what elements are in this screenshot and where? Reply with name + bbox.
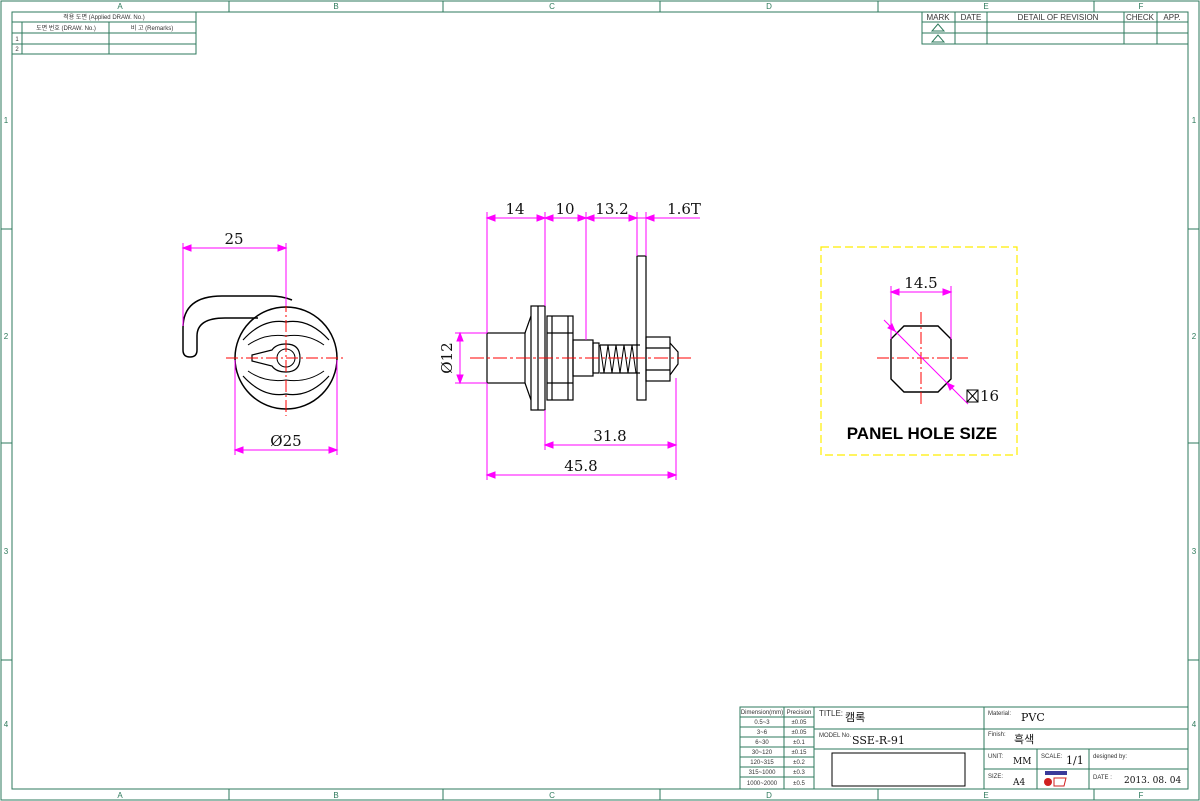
title-block: TITLE: 캠록 MODEL No. SSE-R-91 Material: P… [813, 706, 1189, 790]
date-value: 2013. 08. 04 [1124, 776, 1182, 786]
applied-table-header: 적용 도면 (Applied DRAW. No.) [63, 13, 145, 21]
row-label-3-right: 3 [1192, 547, 1197, 556]
col-label-a-bottom: A [117, 791, 123, 800]
unit-value: MM [1013, 757, 1031, 767]
col-label-e: E [983, 2, 988, 11]
unit-label: UNIT: [988, 754, 1003, 760]
front-view-dim-diameter: Ø25 [270, 432, 301, 450]
col-label-e-bottom: E [983, 791, 988, 800]
designed-label: designed by: [1093, 754, 1127, 760]
tolerance-row-4-value: ±0.15 [792, 750, 808, 756]
tolerance-row-6-range: 315~1000 [749, 770, 777, 776]
drawing-sheet: A B C D E F A B C D E F 1 2 3 4 1 2 3 4 … [0, 0, 1200, 801]
applied-drawing-table: 적용 도면 (Applied DRAW. No.) 도면 번호 (DRAW. N… [11, 11, 197, 55]
title-block-blank-box [831, 752, 966, 787]
scale-value: 1/1 [1066, 754, 1084, 767]
side-view: 14 10 13.2 1.6T Ø12 31.8 45.8 [438, 200, 701, 480]
side-view-end-nut [645, 336, 671, 382]
row-label-3: 3 [4, 547, 9, 556]
material-value: PVC [1021, 711, 1045, 724]
tolerance-row-7-value: ±0.5 [793, 781, 805, 787]
tolerance-row-5-range: 120~315 [750, 760, 774, 766]
tolerance-table: Dimension(mm) Precision 0.5~3 ±0.05 3~6 … [739, 706, 815, 790]
panel-hole-label: PANEL HOLE SIZE [847, 424, 998, 443]
date-label: DATE : [1093, 775, 1112, 781]
row-label-1: 1 [4, 116, 9, 125]
row-label-2-right: 2 [1192, 332, 1197, 341]
applied-table-row-1: 1 [15, 37, 19, 43]
revision-header-date: DATE [961, 13, 982, 22]
tolerance-row-7-range: 1000~2000 [747, 781, 778, 787]
finish-label: Finish: [988, 732, 1006, 738]
applied-table-col-drawno: 도면 번호 (DRAW. No.) [36, 24, 96, 32]
row-label-4-right: 4 [1192, 720, 1197, 729]
col-label-b-bottom: B [333, 791, 338, 800]
tolerance-row-1-range: 0.5~3 [754, 720, 770, 726]
revision-table: MARK DATE DETAIL OF REVISION CHECK APP. [921, 11, 1189, 45]
side-view-dim-14: 14 [505, 200, 524, 218]
row-label-4: 4 [4, 720, 9, 729]
side-view-panel-plate [636, 255, 647, 401]
row-label-1-right: 1 [1192, 116, 1197, 125]
tolerance-row-4-range: 30~120 [752, 750, 773, 756]
scale-label: SCALE: [1041, 754, 1063, 760]
col-label-d: D [766, 2, 772, 11]
col-label-b: B [333, 2, 338, 11]
side-view-dim-45-8: 45.8 [564, 457, 597, 475]
title-value: 캠록 [845, 711, 865, 724]
revision-header-mark: MARK [926, 13, 950, 22]
side-view-dim-10: 10 [555, 200, 574, 218]
tolerance-header-precision: Precision [787, 710, 812, 716]
revision-header-app: APP. [1163, 13, 1180, 22]
col-label-c-bottom: C [549, 791, 555, 800]
panel-hole-view: 14.5 16 PANEL HOLE SIZE [820, 246, 1018, 456]
front-view-handle [182, 295, 293, 358]
col-label-c: C [549, 2, 555, 11]
material-label: Material: [988, 711, 1011, 717]
model-label: MODEL No. [819, 733, 851, 739]
tolerance-row-5-value: ±0.2 [793, 760, 805, 766]
panel-hole-dim-square: 16 [980, 387, 999, 405]
sheet-frame [0, 0, 1200, 801]
tolerance-row-2-value: ±0.05 [792, 730, 808, 736]
tolerance-header-dimension: Dimension(mm) [741, 710, 783, 716]
side-view-dim-13-2: 13.2 [595, 200, 628, 218]
col-label-f: F [1139, 2, 1144, 11]
revision-header-detail: DETAIL OF REVISION [1018, 13, 1099, 22]
tolerance-row-3-value: ±0.1 [793, 740, 805, 746]
col-label-f-bottom: F [1139, 791, 1144, 800]
tolerance-row-1-value: ±0.05 [792, 720, 808, 726]
tolerance-row-6-value: ±0.3 [793, 770, 805, 776]
tolerance-row-3-range: 6~30 [755, 740, 769, 746]
front-view: 25 Ø25 [181, 230, 346, 455]
side-view-dim-1-6t: 1.6T [667, 200, 701, 218]
row-label-2: 2 [4, 332, 9, 341]
applied-table-row-2: 2 [15, 47, 19, 53]
applied-table-col-remarks: 비 고 (Remarks) [131, 24, 173, 32]
side-view-dim-diameter: Ø12 [438, 342, 456, 373]
col-label-a: A [117, 2, 123, 11]
col-label-d-bottom: D [766, 791, 772, 800]
panel-hole-dim-width: 14.5 [904, 274, 937, 292]
company-logo-icon [1044, 771, 1067, 787]
title-label: TITLE: [819, 709, 843, 718]
finish-value: 흑색 [1014, 732, 1034, 746]
front-view-dim-width: 25 [224, 230, 243, 248]
size-value: A4 [1012, 778, 1025, 788]
model-value: SSE-R-91 [852, 734, 905, 747]
tolerance-row-2-range: 3~6 [757, 730, 768, 736]
revision-header-check: CHECK [1126, 13, 1155, 22]
size-label: SIZE: [988, 774, 1003, 780]
side-view-spring [599, 344, 637, 374]
side-view-dim-31-8: 31.8 [593, 427, 626, 445]
